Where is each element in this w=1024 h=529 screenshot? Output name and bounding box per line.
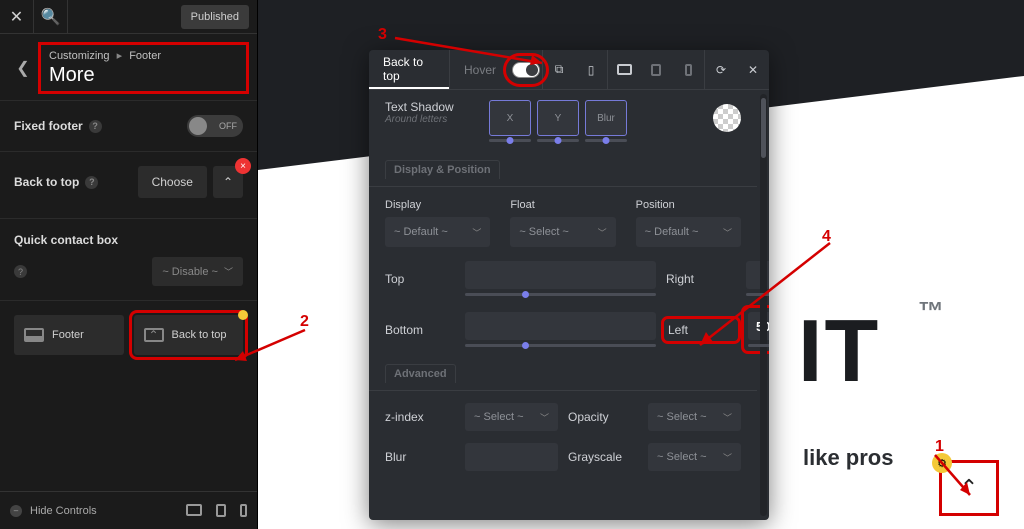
breadcrumb-block: ❮ Customizing ▸ Footer More <box>0 34 257 100</box>
left-slider[interactable] <box>748 344 769 347</box>
mobile-icon[interactable] <box>672 50 704 89</box>
back-to-top-label: Back to top <box>14 175 79 189</box>
shadow-color-swatch[interactable] <box>713 104 741 132</box>
copy-icon[interactable]: ⧉ <box>543 50 575 89</box>
shadow-y-input[interactable]: Y <box>537 100 579 136</box>
back-to-top-part-button[interactable]: Back to top <box>134 315 244 355</box>
state-toggle[interactable] <box>510 50 542 89</box>
position-label: Position <box>636 199 741 211</box>
reset-icon[interactable]: ⟳ <box>705 50 737 89</box>
customizer-sidebar: ✕ 🔍 Published ❮ Customizing ▸ Footer Mor… <box>0 0 258 529</box>
blur-label: Blur <box>385 450 455 464</box>
desktop-icon[interactable] <box>608 50 640 89</box>
search-icon[interactable]: 🔍 <box>34 0 68 33</box>
tab-back-to-top[interactable]: Back to top <box>369 50 449 89</box>
grayscale-label: Grayscale <box>568 450 638 464</box>
brand-logo-text: IT <box>798 300 880 402</box>
tablet-icon[interactable] <box>640 50 672 89</box>
shadow-x-input[interactable]: X <box>489 100 531 136</box>
breadcrumb-back-button[interactable]: ❮ <box>8 42 38 94</box>
position-select[interactable]: ~ Default ~﹀ <box>636 217 741 247</box>
quick-contact-select[interactable]: ~ Disable ~﹀ <box>152 257 243 286</box>
tablet-icon[interactable] <box>216 504 226 517</box>
float-label: Float <box>510 199 615 211</box>
blur-input[interactable] <box>465 443 558 471</box>
layout-parts-row: Footer Back to top <box>0 301 257 369</box>
gear-icon[interactable]: ⚙ <box>932 453 952 473</box>
left-label: Left <box>666 321 736 339</box>
zindex-label: z-index <box>385 410 455 424</box>
mobile-icon[interactable] <box>240 504 247 517</box>
sidebar-topbar: ✕ 🔍 Published <box>0 0 257 34</box>
remove-badge[interactable]: × <box>235 158 251 174</box>
choose-button[interactable]: Choose <box>138 166 207 198</box>
display-label: Display <box>385 199 490 211</box>
sidebar-footer: – Hide Controls <box>0 491 257 529</box>
advanced-group: Advanced z-index ~ Select ~﹀ Opacity ~ S… <box>369 353 757 475</box>
help-icon[interactable]: ? <box>85 176 98 189</box>
bottom-label: Bottom <box>385 323 455 337</box>
opacity-label: Opacity <box>568 410 638 424</box>
bottom-slider[interactable] <box>465 344 656 347</box>
quick-contact-label: Quick contact box <box>14 233 118 247</box>
choose-caret-button[interactable]: ⌃ × <box>213 166 243 198</box>
breadcrumb-root: Customizing <box>49 50 110 62</box>
paste-icon[interactable]: ▯ <box>575 50 607 89</box>
display-position-group: Display & Position Display ~ Default ~﹀ … <box>369 149 757 251</box>
fixed-footer-toggle[interactable]: OFF <box>187 115 243 137</box>
breadcrumb: Customizing ▸ Footer More <box>38 42 249 94</box>
opacity-select[interactable]: ~ Select ~﹀ <box>648 403 741 431</box>
scrollbar[interactable] <box>760 94 767 516</box>
collapse-icon[interactable]: – <box>10 505 22 517</box>
footer-icon <box>24 328 44 342</box>
help-icon[interactable]: ? <box>89 120 102 133</box>
fixed-footer-row: Fixed footer ? OFF <box>0 101 257 151</box>
top-input[interactable] <box>465 261 656 289</box>
text-shadow-sublabel: Around letters <box>385 114 477 125</box>
active-dot-badge <box>238 310 248 320</box>
offset-group: Top Right Bottom Left <box>369 251 757 353</box>
help-icon[interactable]: ? <box>14 265 27 278</box>
bottom-input[interactable] <box>465 312 656 340</box>
group-title: Advanced <box>385 364 456 383</box>
style-panel: Back to top Hover ⧉ ▯ ⟳ ✕ Text Shadow Ar… <box>369 50 769 520</box>
text-shadow-label: Text Shadow <box>385 100 477 114</box>
panel-header: Back to top Hover ⧉ ▯ ⟳ ✕ <box>369 50 769 90</box>
text-shadow-group: Text Shadow Around letters X Y Blur <box>369 90 757 149</box>
top-label: Top <box>385 272 455 286</box>
chevron-up-icon <box>144 328 164 342</box>
hide-controls-button[interactable]: Hide Controls <box>30 505 97 517</box>
back-to-top-row: Back to top ? Choose ⌃ × <box>0 152 257 218</box>
fixed-footer-label: Fixed footer <box>14 119 83 133</box>
page-title: More <box>49 64 238 87</box>
group-title: Display & Position <box>385 160 500 179</box>
close-icon[interactable]: ✕ <box>0 0 34 33</box>
zindex-select[interactable]: ~ Select ~﹀ <box>465 403 558 431</box>
quick-contact-row: Quick contact box ? ~ Disable ~﹀ <box>0 219 257 300</box>
breadcrumb-current: Footer <box>129 50 161 62</box>
top-slider[interactable] <box>465 293 656 296</box>
chevron-up-icon: ⌃ <box>960 475 978 501</box>
right-slider[interactable] <box>746 293 769 296</box>
right-label: Right <box>666 272 736 286</box>
publish-state-button[interactable]: Published <box>181 5 249 29</box>
desktop-icon[interactable] <box>186 504 202 516</box>
float-select[interactable]: ~ Select ~﹀ <box>510 217 615 247</box>
display-select[interactable]: ~ Default ~﹀ <box>385 217 490 247</box>
back-to-top-widget[interactable]: ⚙ ⌃ <box>939 460 999 516</box>
grayscale-select[interactable]: ~ Select ~﹀ <box>648 443 741 471</box>
tagline-text: like pros <box>803 445 893 471</box>
shadow-blur-input[interactable]: Blur <box>585 100 627 136</box>
close-icon[interactable]: ✕ <box>737 50 769 89</box>
footer-part-button[interactable]: Footer <box>14 315 124 355</box>
tab-hover[interactable]: Hover <box>449 50 510 89</box>
brand-trademark: ™ <box>918 296 944 327</box>
